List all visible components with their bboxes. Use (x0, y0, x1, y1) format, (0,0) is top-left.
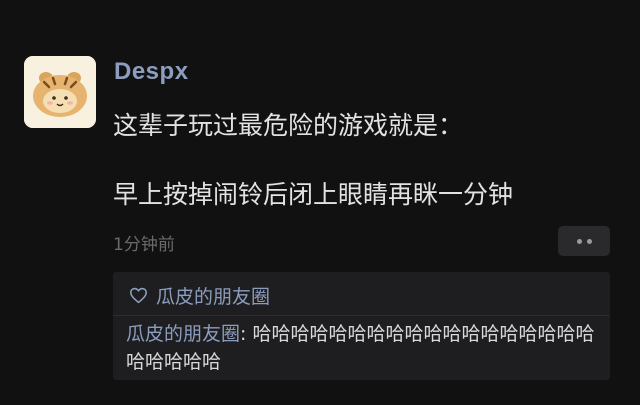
liker-name[interactable]: 瓜皮的朋友圈 (156, 282, 270, 309)
dot-icon (586, 238, 592, 244)
likes-comments-panel: 瓜皮的朋友圈 瓜皮的朋友圈: 哈哈哈哈哈哈哈哈哈哈哈哈哈哈哈哈哈哈哈哈哈哈哈 (113, 272, 610, 380)
post-author-name[interactable]: Despx (114, 58, 189, 86)
divider (113, 315, 610, 316)
avatar[interactable] (24, 56, 96, 128)
likes-row: 瓜皮的朋友圈 (129, 281, 270, 309)
comment-author[interactable]: 瓜皮的朋友圈 (126, 323, 240, 345)
comment-separator: : (240, 323, 253, 345)
heart-outline-icon (129, 287, 147, 303)
post-text-line-2: 早上按掉闹铃后闭上眼睛再眯一分钟 (113, 180, 514, 209)
comment[interactable]: 瓜皮的朋友圈: 哈哈哈哈哈哈哈哈哈哈哈哈哈哈哈哈哈哈哈哈哈哈哈 (126, 320, 600, 376)
post-text-line-1: 这辈子玩过最危险的游戏就是： (113, 111, 464, 140)
more-actions-button[interactable] (558, 226, 610, 256)
tiger-bread-avatar-icon (24, 56, 96, 128)
dot-icon (576, 238, 582, 244)
post-timestamp: 1分钟前 (113, 235, 175, 255)
